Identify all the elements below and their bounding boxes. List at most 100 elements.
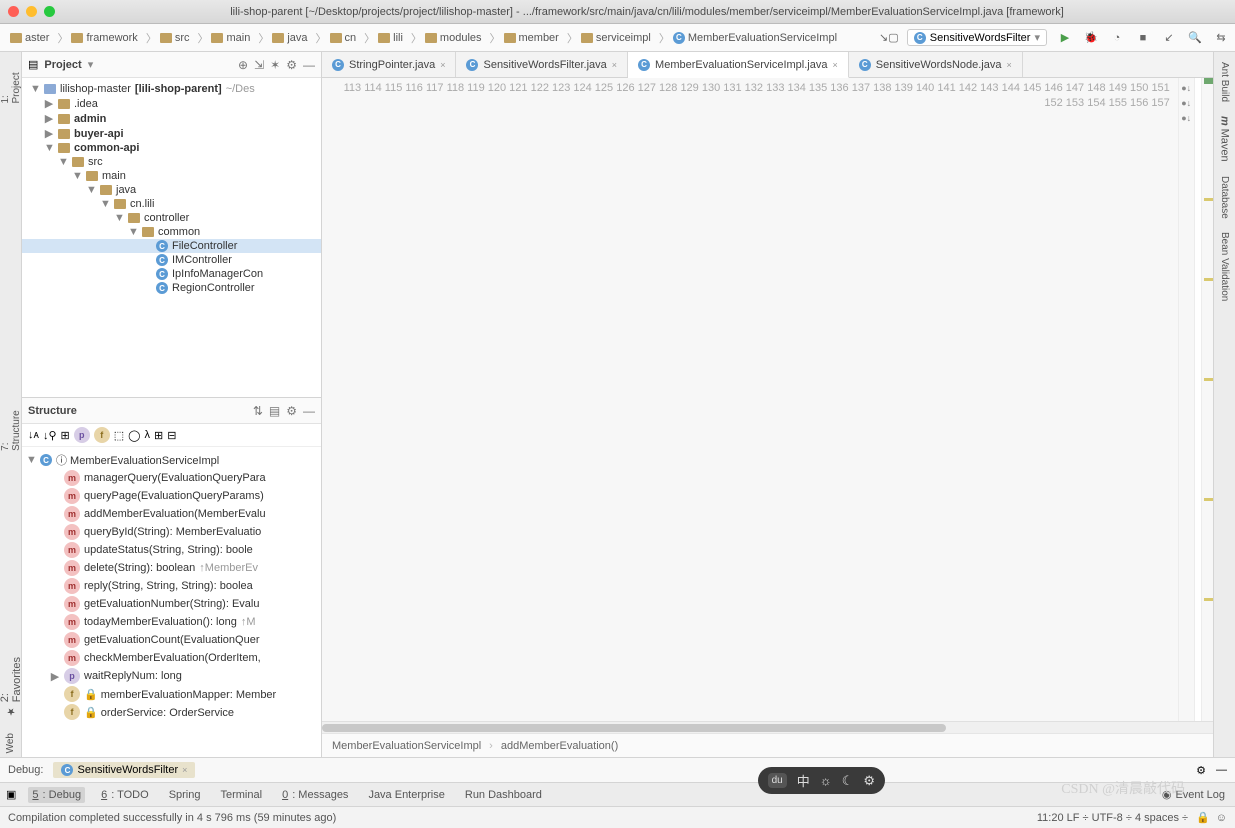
editor-tab[interactable]: CMemberEvaluationServiceImpl.java ×: [628, 52, 849, 78]
breadcrumb-item[interactable]: 〉modules: [407, 30, 486, 46]
moon-icon[interactable]: ☾: [842, 773, 854, 789]
structure-item[interactable]: m managerQuery(EvaluationQueryPara: [22, 469, 321, 487]
gear-icon[interactable]: ⚙: [863, 773, 875, 789]
tree-item[interactable]: ▼ common-api: [22, 141, 321, 155]
editor-tab[interactable]: CStringPointer.java ×: [322, 52, 456, 77]
bottom-tab[interactable]: 0: Messages: [278, 787, 352, 803]
structure-item[interactable]: m addMemberEvaluation(MemberEvalu: [22, 505, 321, 523]
tree-item[interactable]: ▼ cn.lili: [22, 197, 321, 211]
structure-item[interactable]: f 🔒 memberEvaluationMapper: Member: [22, 685, 321, 703]
hide-icon[interactable]: —: [1216, 764, 1227, 776]
lock-icon[interactable]: 🔒: [1196, 811, 1210, 824]
structure-item[interactable]: m updateStatus(String, String): boole: [22, 541, 321, 559]
lambda-icon[interactable]: λ: [144, 429, 150, 441]
tab-database[interactable]: Database: [1217, 172, 1232, 223]
filter-icon[interactable]: ▤: [269, 404, 280, 418]
project-tree[interactable]: ▼ lilishop-master [lili-shop-parent] ~/D…: [22, 78, 321, 397]
anon-icon[interactable]: ◯: [128, 429, 140, 442]
tab-structure[interactable]: 7: Structure: [0, 396, 24, 455]
tab-ant[interactable]: Ant Build: [1217, 58, 1232, 106]
structure-item[interactable]: m checkMemberEvaluation(OrderItem,: [22, 649, 321, 667]
tree-item[interactable]: C RegionController: [22, 281, 321, 295]
hide-icon[interactable]: —: [303, 404, 315, 418]
tree-item[interactable]: ▼ src: [22, 155, 321, 169]
coverage-icon[interactable]: ◔: [1109, 30, 1125, 46]
tree-item[interactable]: C IMController: [22, 253, 321, 267]
breadcrumb-item[interactable]: 〉src: [142, 30, 194, 46]
sort-icon[interactable]: ⇅: [253, 404, 263, 418]
breadcrumb-item[interactable]: 〉main: [193, 30, 254, 46]
inherited-icon[interactable]: ⬚: [114, 429, 124, 442]
brightness-icon[interactable]: ☼: [820, 773, 832, 788]
breadcrumb-item[interactable]: 〉framework: [53, 30, 141, 46]
bottom-tab[interactable]: 6: TODO: [97, 787, 153, 803]
editor-breadcrumb[interactable]: MemberEvaluationServiceImpl›addMemberEva…: [322, 733, 1213, 757]
zoom-icon[interactable]: [44, 6, 55, 17]
hide-icon[interactable]: —: [303, 58, 315, 72]
breadcrumb-item[interactable]: 〉lili: [360, 30, 407, 46]
tree-item[interactable]: ▶ buyer-api: [22, 126, 321, 141]
tree-item[interactable]: ▼ lilishop-master [lili-shop-parent] ~/D…: [22, 82, 321, 96]
bottom-tab[interactable]: Java Enterprise: [364, 787, 448, 803]
tool-window-icon[interactable]: ▣: [6, 788, 16, 801]
lang-cn-icon[interactable]: 中: [797, 771, 810, 790]
breadcrumb-item[interactable]: aster: [6, 32, 53, 44]
select-opened-icon[interactable]: ⊕: [238, 58, 248, 72]
expand-icon[interactable]: ⇲: [254, 58, 264, 72]
structure-item[interactable]: m queryPage(EvaluationQueryParams): [22, 487, 321, 505]
tree-item[interactable]: ▼ java: [22, 183, 321, 197]
make-icon[interactable]: ↘▢: [881, 30, 897, 46]
structure-item[interactable]: m getEvaluationCount(EvaluationQuer: [22, 631, 321, 649]
breadcrumb-item[interactable]: 〉CMemberEvaluationServiceImpl: [655, 30, 841, 46]
show-prop-icon[interactable]: p: [74, 427, 90, 443]
breadcrumb-item[interactable]: 〉serviceimpl: [563, 30, 655, 46]
horizontal-scrollbar[interactable]: [322, 721, 1213, 733]
sort-alpha-icon[interactable]: ↓ᴀ: [28, 429, 39, 441]
stop-icon[interactable]: ■: [1135, 30, 1151, 46]
debug-session-tab[interactable]: CSensitiveWordsFilter ×: [53, 762, 195, 778]
expand-all-icon[interactable]: ⊞: [154, 429, 163, 442]
bottom-tab[interactable]: Spring: [165, 787, 205, 803]
floating-toolbar[interactable]: du 中 ☼ ☾ ⚙: [758, 767, 885, 794]
tab-project[interactable]: 1: Project: [0, 58, 24, 108]
git-icon[interactable]: ↙: [1161, 30, 1177, 46]
gear-icon[interactable]: ⚙: [286, 404, 297, 418]
bottom-tab[interactable]: Run Dashboard: [461, 787, 546, 803]
hector-icon[interactable]: ☺: [1216, 812, 1227, 824]
error-stripe[interactable]: [1201, 78, 1213, 721]
breadcrumb-item[interactable]: 〉java: [254, 30, 311, 46]
tab-favorites[interactable]: ★ 2: Favorites: [0, 642, 25, 720]
editor-tab[interactable]: CSensitiveWordsNode.java ×: [849, 52, 1023, 77]
run-icon[interactable]: ▶: [1057, 30, 1073, 46]
gear-icon[interactable]: ⚙: [1196, 764, 1206, 777]
show-fields-icon[interactable]: ⊞: [61, 429, 70, 442]
structure-item[interactable]: m reply(String, String, String): boolea: [22, 577, 321, 595]
tree-item[interactable]: ▶ .idea: [22, 96, 321, 111]
collapse-icon[interactable]: ✶: [270, 58, 280, 72]
bottom-tab[interactable]: Terminal: [216, 787, 266, 803]
breadcrumb-item[interactable]: 〉member: [486, 30, 563, 46]
settings-icon[interactable]: ⇆: [1213, 30, 1229, 46]
bottom-tab[interactable]: 5: Debug: [28, 787, 85, 803]
structure-item[interactable]: m todayMemberEvaluation(): long ↑M: [22, 613, 321, 631]
settings-icon[interactable]: ⚙: [286, 58, 297, 72]
structure-item[interactable]: m queryById(String): MemberEvaluatio: [22, 523, 321, 541]
structure-root[interactable]: ▼C ⓘ MemberEvaluationServiceImpl: [22, 451, 321, 469]
sort-vis-icon[interactable]: ↓⚲: [43, 429, 57, 442]
close-icon[interactable]: [8, 6, 19, 17]
tree-item[interactable]: ▼ controller: [22, 211, 321, 225]
tree-item[interactable]: ▶ admin: [22, 111, 321, 126]
tree-item[interactable]: ▼ main: [22, 169, 321, 183]
show-fields-icon[interactable]: f: [94, 427, 110, 443]
tree-item[interactable]: C FileController: [22, 239, 321, 253]
debug-icon[interactable]: 🐞: [1083, 30, 1099, 46]
structure-item[interactable]: ▶p waitReplyNum: long: [22, 667, 321, 685]
collapse-all-icon[interactable]: ⊟: [167, 429, 176, 442]
tab-web[interactable]: Web: [3, 729, 18, 757]
tree-item[interactable]: ▼ common: [22, 225, 321, 239]
tab-bean[interactable]: Bean Validation: [1217, 228, 1232, 305]
structure-tree[interactable]: ▼C ⓘ MemberEvaluationServiceImplm manage…: [22, 447, 321, 757]
tree-item[interactable]: C IpInfoManagerCon: [22, 267, 321, 281]
search-icon[interactable]: 🔍: [1187, 30, 1203, 46]
minimize-icon[interactable]: [26, 6, 37, 17]
